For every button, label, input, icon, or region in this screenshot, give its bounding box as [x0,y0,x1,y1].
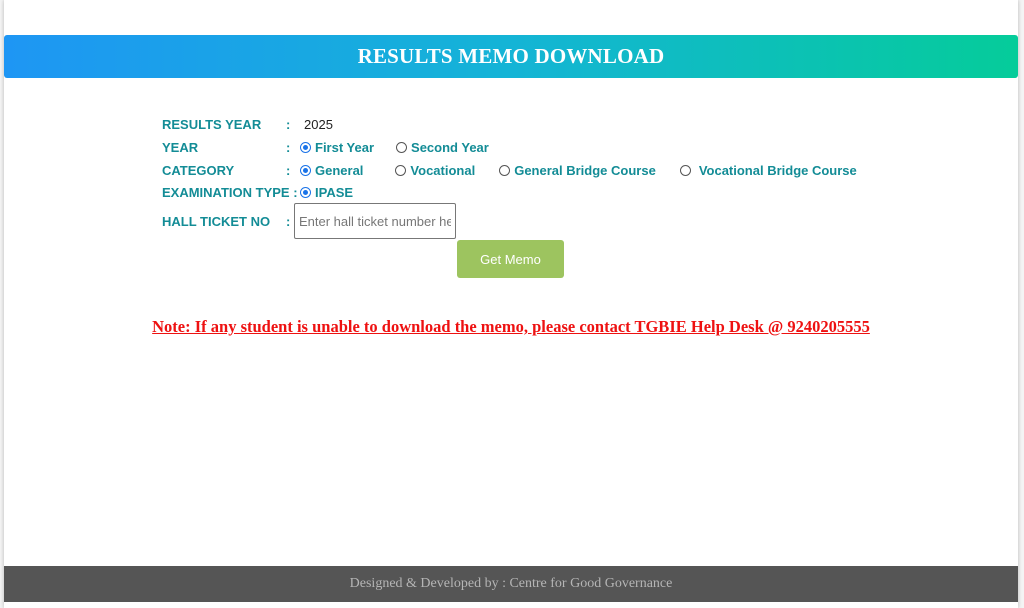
radio-vocational-bridge-course[interactable]: Vocational Bridge Course [679,163,857,178]
radio-second-year[interactable]: Second Year [396,140,489,155]
colon: : [286,140,291,155]
radio-unchecked-icon[interactable] [499,165,511,176]
results-year-label: RESULTS YEAR [162,117,262,132]
page-frame: RESULTS MEMO DOWNLOAD RESULTS YEAR : 202… [4,0,1018,608]
radio-label: Second Year [411,140,489,155]
radio-ipase[interactable]: IPASE [300,185,353,200]
radio-label: IPASE [315,185,354,200]
colon: : [286,213,291,229]
radio-label: Vocational [410,163,476,178]
results-year-row: RESULTS YEAR : 2025 [162,117,333,132]
radio-label: General [315,163,364,178]
radio-unchecked-icon[interactable] [679,165,691,176]
radio-first-year[interactable]: First Year [300,140,374,155]
radio-label: First Year [315,140,375,155]
year-label: YEAR [162,140,199,155]
category-label: CATEGORY [162,163,235,178]
radio-general[interactable]: General [300,163,363,178]
radio-general-bridge-course[interactable]: General Bridge Course [499,163,656,178]
get-memo-button[interactable]: Get Memo [457,240,564,278]
radio-unchecked-icon[interactable] [396,142,408,153]
hall-ticket-row: HALL TICKET NO : [162,203,456,239]
radio-label: General Bridge Course [514,163,656,178]
page-title: RESULTS MEMO DOWNLOAD [357,44,665,68]
help-desk-note: Note: If any student is unable to downlo… [152,317,870,336]
radio-checked-icon[interactable] [300,165,311,176]
page-header: RESULTS MEMO DOWNLOAD [4,35,1018,78]
colon: : [286,163,291,178]
category-row: CATEGORY : General Vocational General Br… [162,163,879,178]
year-row: YEAR : First Year Second Year [162,140,511,155]
exam-type-row: EXAMINATION TYPE : IPASE [162,185,375,200]
footer-credit: Designed & Developed by : Centre for Goo… [349,576,673,591]
colon: : [286,117,291,132]
results-year-value: 2025 [304,117,333,132]
radio-label: Vocational Bridge Course [698,163,857,178]
hall-ticket-input[interactable] [294,203,456,239]
radio-vocational[interactable]: Vocational [395,163,475,178]
radio-checked-icon[interactable] [300,187,311,198]
exam-type-label: EXAMINATION TYPE : [162,185,298,200]
hall-ticket-label: HALL TICKET NO [162,213,271,229]
radio-checked-icon[interactable] [300,142,311,153]
footer: Designed & Developed by : Centre for Goo… [4,566,1018,602]
radio-unchecked-icon[interactable] [395,165,407,176]
